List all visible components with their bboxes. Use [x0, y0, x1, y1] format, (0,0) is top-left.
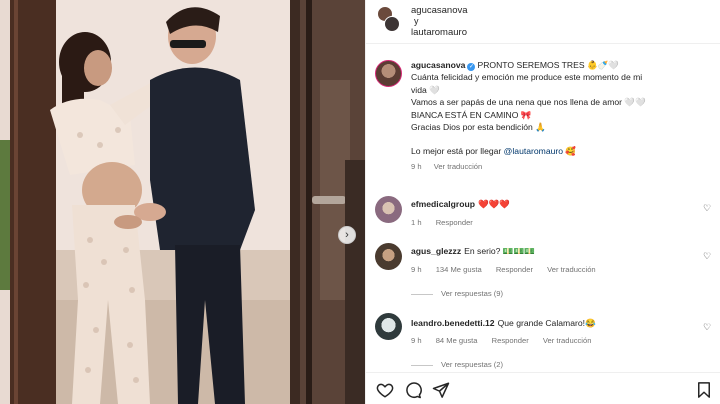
chevron-right-icon: ›	[345, 229, 349, 241]
collab-avatars[interactable]	[377, 6, 401, 34]
comment-time: 1 h	[411, 218, 422, 227]
caption-mention[interactable]: @lautaromauro	[504, 146, 563, 156]
comment-time: 9 h	[411, 336, 422, 345]
reply-button[interactable]: Responder	[492, 336, 529, 345]
caption-line: BIANCA ESTÁ EN CAMINO 🎀	[411, 109, 532, 120]
verified-badge-icon: ✓	[467, 63, 476, 71]
heart-outline-icon[interactable]: ♡	[703, 251, 711, 262]
comment-likes[interactable]: 134 Me gusta	[436, 265, 482, 274]
post-header: agucasanova y lautaromauro	[366, 0, 720, 44]
comment-body: agus_glezzz En serio? 💵💵💵	[411, 245, 691, 257]
header-username-1[interactable]: agucasanova	[411, 5, 468, 16]
comment-username[interactable]: agus_glezzz	[411, 246, 461, 256]
send-icon[interactable]	[432, 381, 450, 399]
caption-time: 9 h	[411, 161, 422, 171]
heart-outline-icon[interactable]: ♡	[703, 203, 711, 214]
caption-line: Vamos a ser papás de una nena que nos ll…	[411, 97, 646, 108]
action-bar	[366, 372, 720, 404]
replies-divider	[411, 364, 433, 366]
carousel-next-button[interactable]: ›	[338, 226, 356, 244]
caption-closing-emoji: 🥰	[565, 146, 577, 157]
header-username-2[interactable]: lautaromauro	[411, 27, 467, 38]
caption-line: vida 🤍	[411, 84, 440, 95]
comment-time: 9 h	[411, 265, 422, 274]
comment-text: Que grande Calamaro!😂	[497, 318, 596, 328]
comment-meta: 1 h Responder	[411, 218, 485, 227]
avatar	[384, 16, 400, 32]
caption-first-line: PRONTO SEREMOS TRES 👶🍼🤍	[477, 60, 620, 70]
comment-body: leandro.benedetti.12 Que grande Calamaro!…	[411, 317, 691, 329]
avatar[interactable]	[375, 196, 402, 223]
avatar[interactable]	[375, 243, 402, 270]
caption-avatar[interactable]	[375, 60, 402, 87]
post-photo: ›	[0, 0, 365, 404]
comment-meta: 9 h 134 Me gusta Responder Ver traducció…	[411, 265, 608, 274]
see-translation-link[interactable]: Ver traducción	[547, 265, 596, 274]
reply-button[interactable]: Responder	[436, 218, 473, 227]
caption-line: Cuánta felicidad y emoción me produce es…	[411, 72, 643, 83]
reply-button[interactable]: Responder	[496, 265, 533, 274]
caption-username[interactable]: agucasanova	[411, 60, 465, 70]
header-connector: y	[414, 16, 419, 26]
heart-outline-icon[interactable]: ♡	[703, 322, 711, 333]
view-replies-button[interactable]: Ver respuestas (2)	[411, 360, 503, 369]
bookmark-icon[interactable]	[695, 381, 713, 399]
see-translation-link[interactable]: Ver traducción	[543, 336, 592, 345]
caption-closing: Lo mejor está por llegar	[411, 146, 502, 157]
comment-meta: 9 h 84 Me gusta Responder Ver traducción	[411, 336, 603, 345]
comment-username[interactable]: efmedicalgroup	[411, 199, 475, 209]
photo-illustration	[0, 0, 365, 404]
comment-likes[interactable]: 84 Me gusta	[436, 336, 478, 345]
avatar[interactable]	[375, 313, 402, 340]
view-replies-label: Ver respuestas (2)	[441, 360, 504, 369]
caption-line: Gracias Dios por esta bendición 🙏	[411, 122, 546, 133]
see-translation-link[interactable]: Ver traducción	[434, 162, 483, 171]
comment-text: En serio? 💵💵💵	[464, 246, 535, 256]
view-replies-button[interactable]: Ver respuestas (9)	[411, 289, 503, 298]
comment-icon[interactable]	[404, 381, 422, 399]
replies-divider	[411, 293, 433, 295]
heart-icon[interactable]	[376, 381, 394, 399]
comment-body: efmedicalgroup ❤️❤️❤️	[411, 198, 691, 210]
post-side-panel: agucasanova y lautaromauro agucasanova ✓ P…	[365, 0, 720, 404]
caption-text: agucasanova ✓ PRONTO SEREMOS TRES 👶🍼🤍 Cuán…	[411, 59, 711, 173]
comment-username[interactable]: leandro.benedetti.12	[411, 318, 495, 328]
comment-text: ❤️❤️❤️	[478, 199, 511, 209]
view-replies-label: Ver respuestas (9)	[441, 289, 504, 298]
